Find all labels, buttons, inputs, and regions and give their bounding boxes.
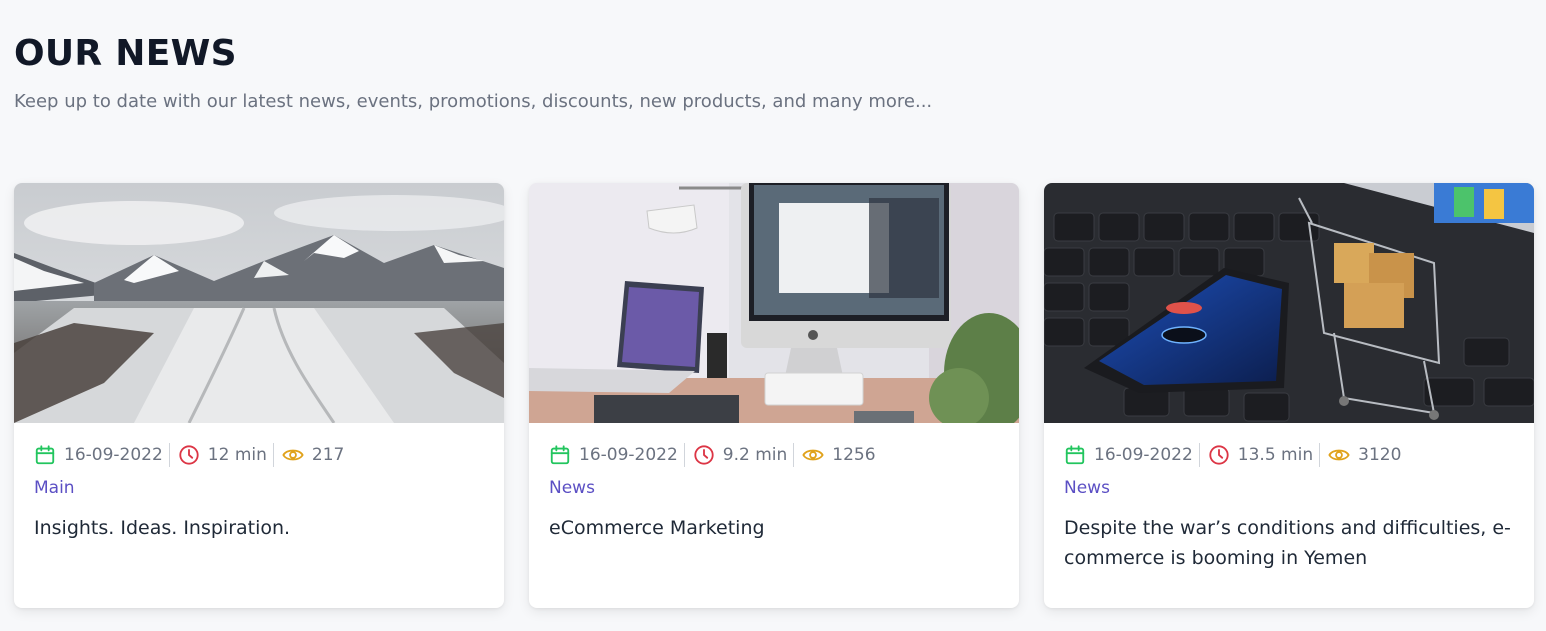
card-body: 16-09-2022 12 min 217 Main Insights. Ide… <box>14 423 504 543</box>
views-meta: 217 <box>282 444 344 466</box>
calendar-icon <box>550 445 570 465</box>
card-title[interactable]: Despite the war’s conditions and difficu… <box>1064 513 1514 573</box>
card-title[interactable]: Insights. Ideas. Inspiration. <box>34 513 484 543</box>
card-image-mountains[interactable] <box>14 183 504 423</box>
date-text: 16-09-2022 <box>64 445 163 465</box>
date-text: 16-09-2022 <box>579 445 678 465</box>
card-body: 16-09-2022 9.2 min 1256 News eCommerce M… <box>529 423 1019 543</box>
clock-icon <box>1209 445 1229 465</box>
card-image-desk-computer[interactable] <box>529 183 1019 423</box>
date-meta: 16-09-2022 <box>34 444 163 466</box>
read-time-text: 9.2 min <box>722 445 788 465</box>
card-category[interactable]: News <box>1064 477 1514 499</box>
card-meta: 16-09-2022 12 min 217 <box>34 441 484 469</box>
date-meta: 16-09-2022 <box>549 444 678 466</box>
section-title: OUR NEWS <box>14 33 237 74</box>
read-time-meta: 12 min <box>178 444 267 466</box>
meta-divider <box>683 443 685 467</box>
meta-divider <box>1319 443 1321 467</box>
news-card-2[interactable]: 16-09-2022 9.2 min 1256 News eCommerce M… <box>529 183 1019 608</box>
calendar-icon <box>35 445 55 465</box>
card-category[interactable]: News <box>549 477 999 499</box>
read-time-meta: 9.2 min <box>693 444 788 466</box>
views-meta: 3120 <box>1328 444 1401 466</box>
card-image-phone-cart[interactable] <box>1044 183 1534 423</box>
date-text: 16-09-2022 <box>1094 445 1193 465</box>
views-text: 3120 <box>1358 445 1402 465</box>
views-text: 217 <box>311 445 345 465</box>
news-cards: 16-09-2022 12 min 217 Main Insights. Ide… <box>14 183 1534 608</box>
date-meta: 16-09-2022 <box>1064 444 1193 466</box>
eye-icon <box>282 449 304 461</box>
card-title[interactable]: eCommerce Marketing <box>549 513 999 543</box>
eye-icon <box>1328 449 1350 461</box>
card-category[interactable]: Main <box>34 477 484 499</box>
meta-divider <box>168 443 170 467</box>
read-time-meta: 13.5 min <box>1208 444 1313 466</box>
news-card-1[interactable]: 16-09-2022 12 min 217 Main Insights. Ide… <box>14 183 504 608</box>
read-time-text: 13.5 min <box>1237 445 1314 465</box>
news-header: OUR NEWS Keep up to date with our latest… <box>14 34 932 115</box>
card-body: 16-09-2022 13.5 min 3120 News Despite th… <box>1044 423 1534 573</box>
meta-divider <box>1198 443 1200 467</box>
views-text: 1256 <box>832 445 876 465</box>
card-meta: 16-09-2022 9.2 min 1256 <box>549 441 999 469</box>
eye-icon <box>802 449 824 461</box>
news-card-3[interactable]: 16-09-2022 13.5 min 3120 News Despite th… <box>1044 183 1534 608</box>
calendar-icon <box>1065 445 1085 465</box>
meta-divider <box>272 443 274 467</box>
clock-icon <box>179 445 199 465</box>
read-time-text: 12 min <box>207 445 267 465</box>
section-subtitle: Keep up to date with our latest news, ev… <box>14 91 933 112</box>
meta-divider <box>793 443 795 467</box>
clock-icon <box>694 445 714 465</box>
card-meta: 16-09-2022 13.5 min 3120 <box>1064 441 1514 469</box>
views-meta: 1256 <box>802 444 876 466</box>
